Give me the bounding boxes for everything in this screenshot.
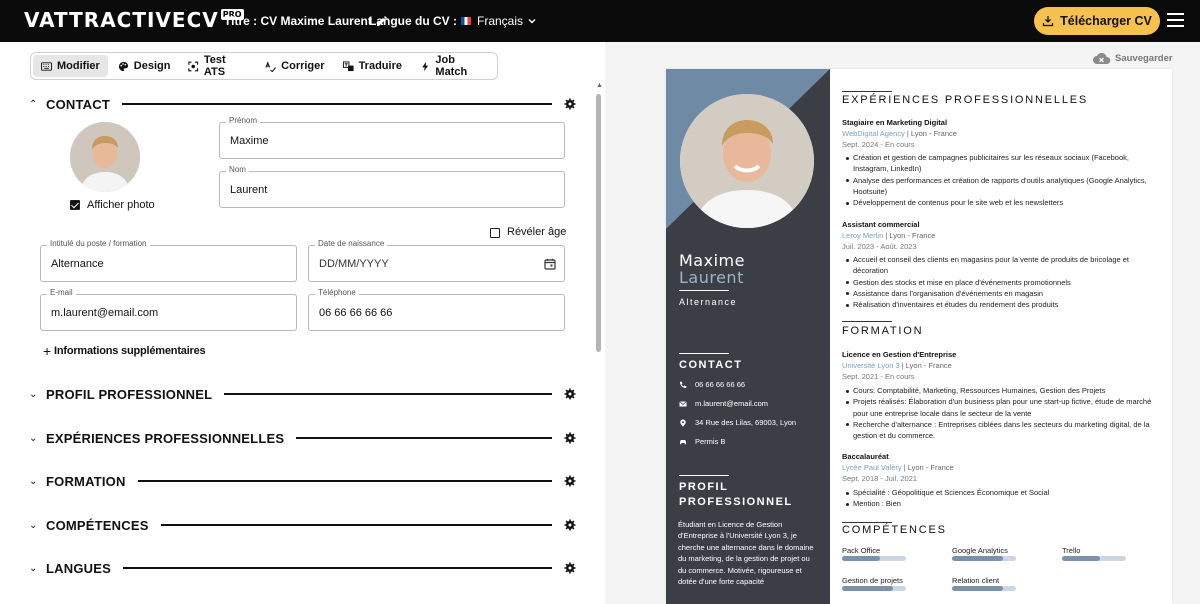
section-langues[interactable]: ⌄ LANGUES xyxy=(29,558,576,578)
section-contact[interactable]: ⌃ CONTACT xyxy=(29,94,576,114)
gear-icon[interactable] xyxy=(564,519,576,531)
cv-experience-heading: EXPÉRIENCES PROFESSIONNELLES xyxy=(842,94,1089,106)
cv-job-title: Alternance xyxy=(679,297,738,307)
chevron-down-icon: ⌄ xyxy=(29,432,38,444)
cv-title[interactable]: Titre : CV Maxime Laurent xyxy=(224,14,388,28)
spellcheck-icon xyxy=(265,60,277,72)
skill-bar xyxy=(952,556,1016,561)
cv-formation-heading: FORMATION xyxy=(842,325,924,337)
scrollbar-thumb[interactable] xyxy=(596,94,601,352)
profile-photo[interactable] xyxy=(70,122,140,192)
cv-permit: Permis B xyxy=(679,437,725,446)
skill-bar xyxy=(952,586,1016,591)
cv-profile-text: Étudiant en Licence de Gestion d'Entrepr… xyxy=(678,520,814,587)
birth-date-field[interactable]: Date de naissance DD/MM/YYYY xyxy=(308,239,565,282)
email-field[interactable]: E-mail m.laurent@email.com xyxy=(40,288,297,331)
logo[interactable]: VATTRACTIVECV PRO xyxy=(24,8,244,32)
editor-tabs: Modifier Design Test ATS Corriger Tradui… xyxy=(30,52,498,80)
scroll-up-arrow[interactable]: ▲ xyxy=(596,82,603,89)
skill-bar xyxy=(1062,556,1126,561)
gear-icon[interactable] xyxy=(564,98,576,110)
cv-phone: 06 66 66 66 66 xyxy=(679,380,745,389)
add-more-info-button[interactable]: + Informations supplémentaires xyxy=(43,343,206,359)
section-formation[interactable]: ⌄ FORMATION xyxy=(29,471,576,491)
experience-bullets: Accueil et conseil des clients en magasi… xyxy=(846,254,1161,310)
section-profil[interactable]: ⌄ PROFIL PROFESSIONNEL xyxy=(29,384,576,404)
bolt-icon xyxy=(422,61,429,71)
france-flag-icon xyxy=(461,17,471,25)
gear-icon[interactable] xyxy=(564,388,576,400)
chevron-down-icon: ⌄ xyxy=(29,475,38,487)
cloud-icon xyxy=(1093,52,1111,64)
tab-corriger[interactable]: Corriger xyxy=(257,55,332,77)
section-experiences[interactable]: ⌄ EXPÉRIENCES PROFESSIONNELLES xyxy=(29,428,576,448)
chevron-up-icon: ⌃ xyxy=(29,98,38,110)
tab-modifier[interactable]: Modifier xyxy=(33,55,108,77)
tab-traduire[interactable]: Traduire xyxy=(335,55,410,77)
formation-bullets: Spécialité : Géopolitique et Sciences Éc… xyxy=(846,487,1161,510)
scan-icon xyxy=(188,61,199,71)
phone-icon xyxy=(680,381,687,388)
keyboard-icon xyxy=(41,61,52,71)
chevron-down-icon: ⌄ xyxy=(29,519,38,531)
cv-contact-heading: CONTACT xyxy=(679,359,743,371)
translate-icon xyxy=(342,60,354,71)
plus-icon: + xyxy=(43,343,51,359)
section-competences[interactable]: ⌄ COMPÉTENCES xyxy=(29,515,576,535)
hamburger-menu-icon[interactable] xyxy=(1167,13,1184,27)
download-cv-button[interactable]: Télécharger CV xyxy=(1034,7,1160,35)
gear-icon[interactable] xyxy=(564,562,576,574)
gear-icon[interactable] xyxy=(564,432,576,444)
palette-icon xyxy=(118,61,128,71)
cv-email: m.laurent@email.com xyxy=(679,399,768,408)
cv-last-name: Laurent xyxy=(679,268,744,287)
last-name-field[interactable]: Nom Laurent xyxy=(219,165,565,208)
experience-bullets: Création et gestion de campagnes publici… xyxy=(846,152,1161,208)
first-name-field[interactable]: Prénom Maxime xyxy=(219,116,565,159)
skill-bar xyxy=(842,586,906,591)
gear-icon[interactable] xyxy=(564,475,576,487)
tab-design[interactable]: Design xyxy=(110,55,179,77)
mail-icon xyxy=(679,400,687,406)
job-title-field[interactable]: Intitulé du poste / formation Alternance xyxy=(40,239,297,282)
tab-test-ats[interactable]: Test ATS xyxy=(180,54,255,78)
location-pin-icon xyxy=(680,419,686,426)
phone-field[interactable]: Téléphone 06 66 66 66 66 xyxy=(308,288,565,331)
cv-profile-heading: PROFIL PROFESSIONNEL xyxy=(679,481,793,508)
download-icon xyxy=(1042,16,1054,27)
car-icon xyxy=(680,439,686,444)
tab-job-match[interactable]: Job Match xyxy=(412,54,495,78)
top-bar: VATTRACTIVECV PRO Titre : CV Maxime Laure… xyxy=(0,0,1200,42)
chevron-down-icon: ⌄ xyxy=(29,562,38,574)
show-photo-checkbox[interactable] xyxy=(70,200,80,210)
formation-bullets: Cours: Comptabilité, Marketing, Ressourc… xyxy=(846,385,1161,441)
save-status[interactable]: Sauvegarder xyxy=(1092,51,1173,65)
cv-document: Maxime Laurent Alternance CONTACT 06 66 … xyxy=(666,69,1172,604)
reveal-age-checkbox[interactable] xyxy=(490,228,500,238)
cv-address: 34 Rue des Lilas, 69003, Lyon xyxy=(679,418,796,427)
chevron-down-icon: ⌄ xyxy=(29,388,38,400)
cv-skills-heading: COMPÉTENCES xyxy=(842,524,947,536)
skill-bar xyxy=(842,556,906,561)
chevron-down-icon xyxy=(528,19,536,24)
cv-language-select[interactable]: Langue du CV : Français xyxy=(369,14,537,28)
cv-photo xyxy=(680,94,814,228)
calendar-icon[interactable] xyxy=(544,258,556,270)
